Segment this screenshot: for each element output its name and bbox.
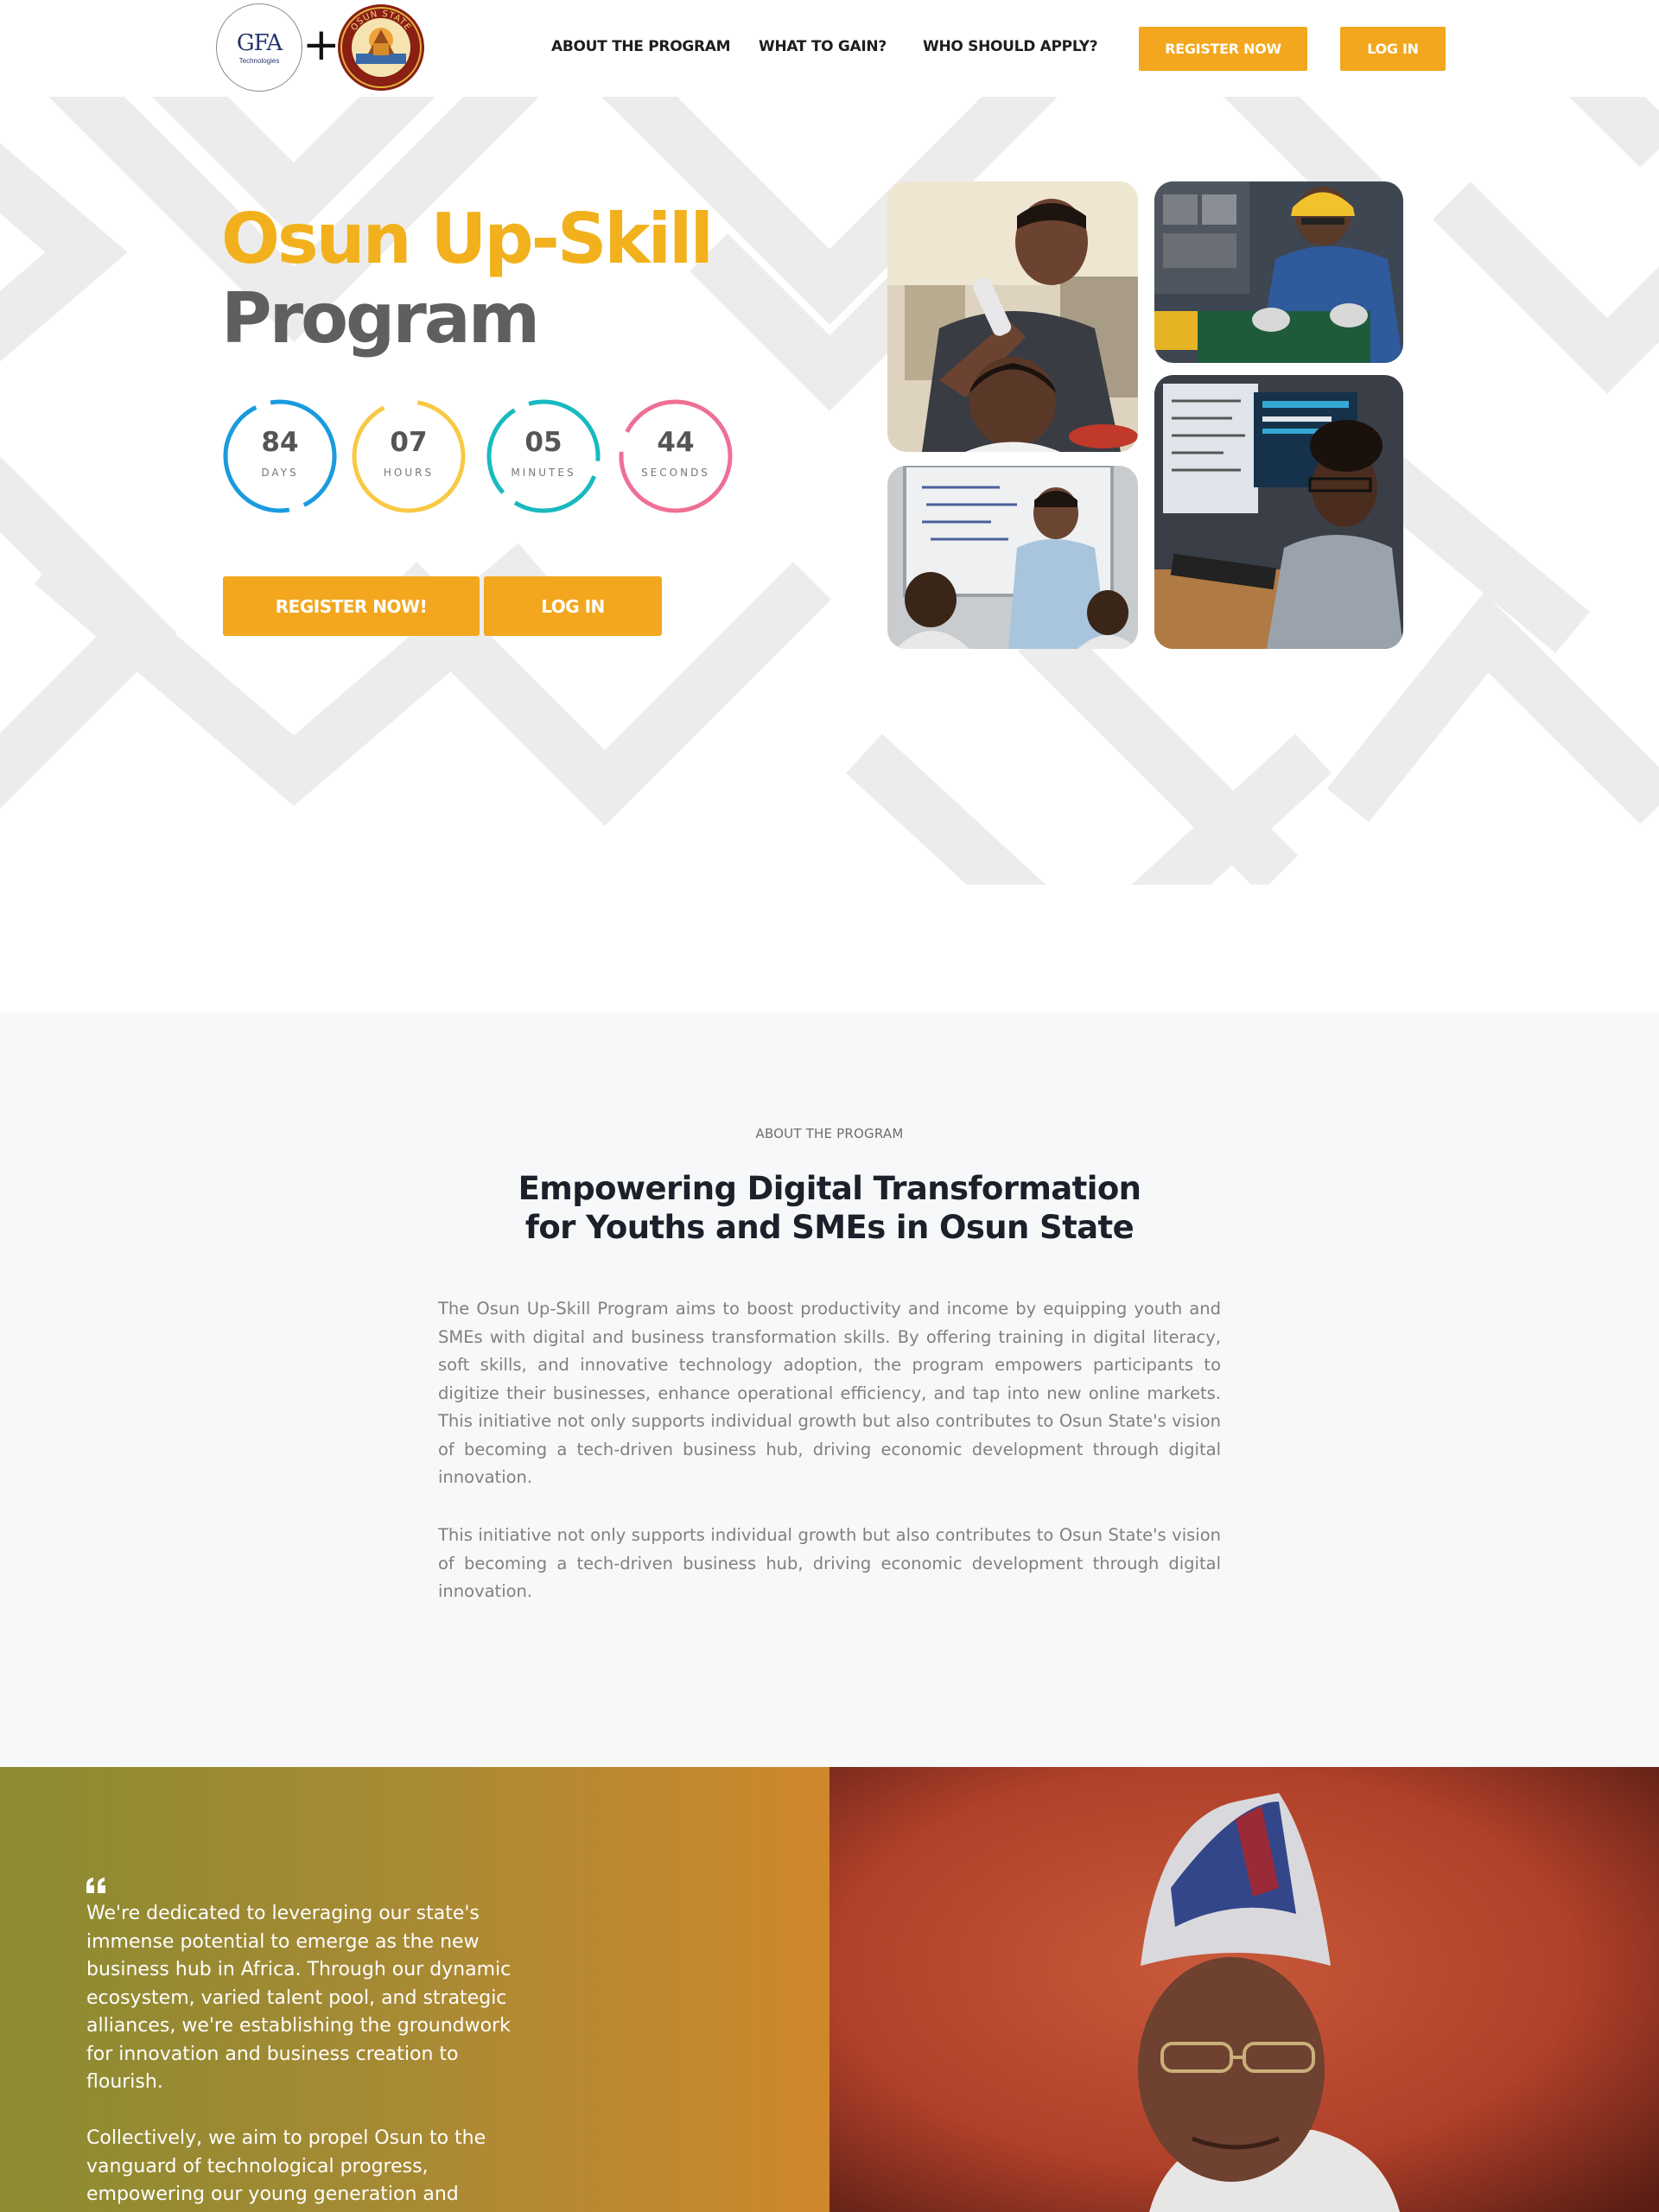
countdown-days-value: 84: [261, 427, 299, 458]
hero-register-now-button[interactable]: REGISTER NOW!: [223, 576, 480, 636]
countdown-minutes: 05 MINUTES: [485, 397, 602, 515]
about-heading: Empowering Digital Transformation for Yo…: [484, 1169, 1175, 1247]
about-heading-line1: Empowering Digital Transformation: [518, 1170, 1141, 1207]
countdown-days: 84 DAYS: [221, 397, 339, 515]
countdown-minutes-value: 05: [524, 427, 563, 458]
about-heading-line2: for Youths and SMEs in Osun State: [524, 1209, 1135, 1246]
quote-icon: [86, 1878, 105, 1893]
barber-photo: [887, 181, 1138, 452]
hero-title-line1: Osun Up-Skill: [221, 199, 714, 279]
about-paragraph-1: The Osun Up-Skill Program aims to boost …: [438, 1299, 1221, 1487]
nav-about-the-program[interactable]: ABOUT THE PROGRAM: [551, 38, 731, 55]
nav-what-to-gain[interactable]: WHAT TO GAIN?: [759, 38, 887, 55]
header-log-in-button[interactable]: LOG IN: [1340, 27, 1446, 71]
nav-who-should-apply[interactable]: WHO SHOULD APPLY?: [923, 38, 1098, 55]
hero-log-in-button[interactable]: LOG IN: [484, 576, 662, 636]
governor-quote-section: We're dedicated to leveraging our state'…: [0, 1767, 830, 2212]
countdown-days-label: DAYS: [261, 467, 299, 479]
gfa-logo-mark: GFA: [236, 30, 283, 56]
countdown-seconds-value: 44: [657, 427, 695, 458]
site-header: GFA Technologies + OSUN STATE ABOUT THE …: [0, 0, 1659, 97]
countdown-seconds-label: SECONDS: [641, 467, 710, 479]
developer-at-computer-photo: [1154, 375, 1403, 649]
gfa-logo-subtext: Technologies: [238, 57, 280, 65]
hero-section: Osun Up-Skill Program 84 DAYS 07 HOURS 0…: [0, 97, 1659, 885]
countdown-minutes-label: MINUTES: [511, 467, 576, 479]
osun-state-seal-logo[interactable]: OSUN STATE: [337, 3, 425, 92]
about-paragraph-2: This initiative not only supports indivi…: [438, 1525, 1221, 1601]
hero-title-line2: Program: [221, 278, 540, 359]
quote-paragraph-1: We're dedicated to leveraging our state'…: [86, 1903, 512, 2093]
countdown-seconds: 44 SECONDS: [617, 397, 734, 515]
countdown-hours: 07 HOURS: [350, 397, 467, 515]
classroom-teacher-photo: [887, 466, 1138, 649]
header-register-now-button[interactable]: REGISTER NOW: [1139, 27, 1307, 71]
electronics-technician-photo: [1154, 181, 1403, 363]
about-section: ABOUT THE PROGRAM Empowering Digital Tra…: [0, 1013, 1659, 1767]
about-eyebrow: ABOUT THE PROGRAM: [755, 1126, 904, 1141]
countdown-hours-label: HOURS: [383, 467, 435, 479]
plus-icon: +: [302, 19, 340, 71]
governor-portrait-photo: [830, 1767, 1659, 2212]
countdown-hours-value: 07: [390, 427, 428, 458]
gfa-technologies-logo[interactable]: GFA Technologies: [216, 3, 302, 92]
quote-paragraph-2: Collectively, we aim to propel Osun to t…: [86, 2127, 486, 2205]
